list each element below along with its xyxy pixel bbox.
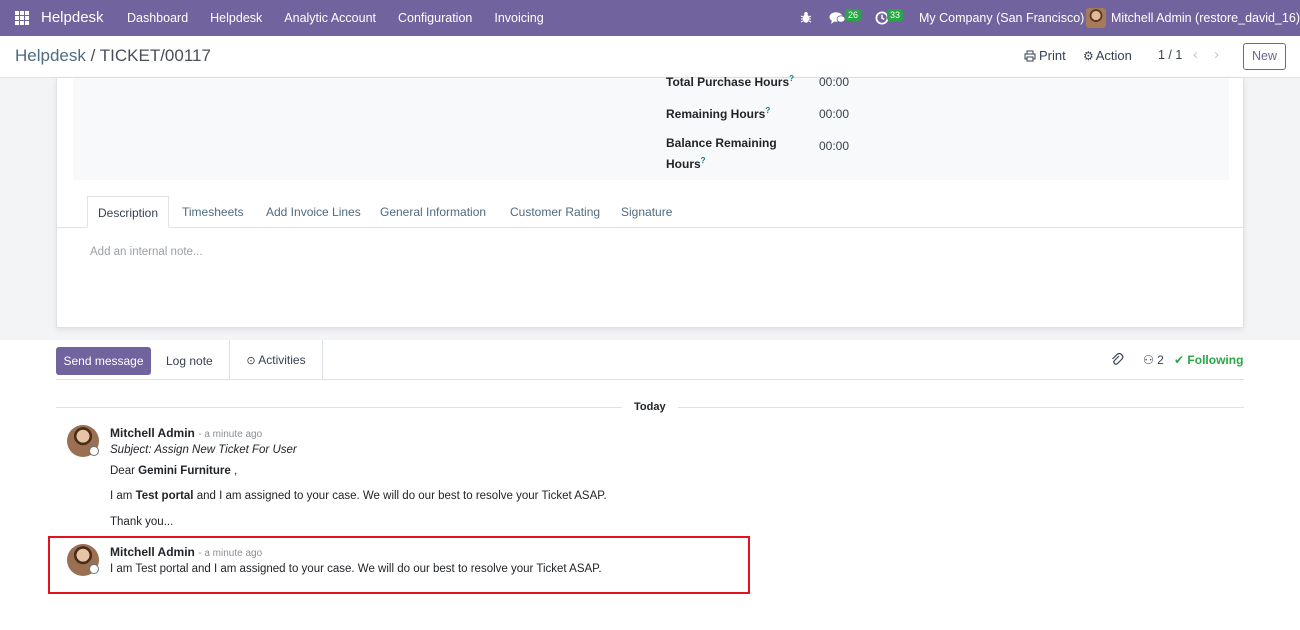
breadcrumb: Helpdesk / TICKET/00117 (15, 46, 211, 66)
activities-label: Activities (258, 353, 306, 367)
menu-item-helpdesk[interactable]: Helpdesk (210, 11, 262, 25)
pager-value[interactable]: 1 / 1 (1158, 48, 1182, 62)
action-label: Action (1095, 48, 1132, 63)
total-purchase-hours-value: 00:00 (819, 75, 850, 89)
breadcrumb-parent[interactable]: Helpdesk (15, 46, 86, 65)
chatter-topbar: Send message Log note ⊙ Activities ⚇ 2 ✔… (56, 340, 1244, 380)
tab-general-information[interactable]: General Information (380, 196, 486, 228)
app-brand[interactable]: Helpdesk (41, 9, 104, 26)
print-label: Print (1039, 48, 1066, 63)
remaining-hours-value: 00:00 (819, 107, 850, 121)
company-switcher[interactable]: My Company (San Francisco) (919, 11, 1084, 25)
menu-item-invoicing[interactable]: Invoicing (494, 11, 543, 25)
paperclip-icon[interactable] (1110, 352, 1124, 367)
balance-remaining-hours-value: 00:00 (819, 139, 850, 153)
breadcrumb-current: TICKET/00117 (99, 46, 211, 65)
chatter-message: Mitchell Admin - a minute ago Subject: A… (56, 424, 756, 534)
help-tooltip-icon[interactable]: ? (765, 106, 770, 115)
breadcrumb-separator: / (90, 46, 96, 65)
send-message-button[interactable]: Send message (56, 347, 151, 375)
highlight-annotation-box (48, 536, 750, 594)
menu-item-analytic-account[interactable]: Analytic Account (284, 11, 376, 25)
user-icon: ⚇ (1143, 353, 1154, 367)
help-tooltip-icon[interactable]: ? (701, 156, 706, 165)
tab-customer-rating[interactable]: Customer Rating (510, 196, 600, 228)
message-time: - a minute ago (198, 429, 263, 440)
activities-count-badge: 33 (887, 9, 904, 21)
user-avatar (1086, 8, 1106, 28)
clock-icon: ⊙ (246, 355, 256, 367)
messages-icon[interactable] (829, 11, 846, 25)
tab-timesheets[interactable]: Timesheets (182, 196, 244, 228)
print-icon (1024, 50, 1036, 61)
messages-count-badge: 26 (845, 9, 862, 21)
pager-next-icon[interactable]: › (1214, 46, 1219, 63)
followers-count: 2 (1157, 353, 1164, 367)
tab-add-invoice-lines[interactable]: Add Invoice Lines (266, 196, 361, 228)
check-icon: ✔ (1174, 353, 1185, 367)
menu-item-dashboard[interactable]: Dashboard (127, 11, 188, 25)
message-body: I am Test portal and I am assigned to yo… (110, 490, 607, 502)
date-separator-label: Today (622, 401, 678, 413)
internal-note-input[interactable]: Add an internal note... (90, 246, 203, 258)
user-name: Mitchell Admin (restore_david_16) (1111, 11, 1300, 25)
message-author[interactable]: Mitchell Admin - a minute ago (110, 426, 262, 440)
action-button[interactable]: ⚙ Action (1083, 48, 1132, 63)
message-subject: Subject: Assign New Ticket For User (110, 444, 297, 456)
following-button[interactable]: ✔ Following (1174, 353, 1243, 367)
tab-signature[interactable]: Signature (621, 196, 672, 228)
status-icon (89, 446, 99, 456)
activities-button[interactable]: ⊙ Activities (229, 340, 323, 380)
message-greeting: Dear Gemini Furniture , (110, 465, 238, 477)
user-menu[interactable]: Mitchell Admin (restore_david_16) (1086, 8, 1300, 28)
following-label: Following (1187, 353, 1244, 367)
form-sheet: Total Purchase Hours? 00:00 Remaining Ho… (56, 74, 1245, 328)
apps-menu-icon[interactable] (15, 11, 29, 25)
total-purchase-hours-label: Total Purchase Hours? (666, 74, 795, 89)
log-note-button[interactable]: Log note (166, 354, 213, 368)
notebook-tabs: Description Timesheets Add Invoice Lines… (57, 196, 1245, 228)
remaining-hours-label: Remaining Hours? (666, 106, 771, 121)
top-navbar: Helpdesk Dashboard Helpdesk Analytic Acc… (0, 0, 1300, 36)
pager-previous-icon[interactable]: ‹ (1193, 46, 1198, 63)
help-tooltip-icon[interactable]: ? (789, 74, 794, 83)
main-menu: Dashboard Helpdesk Analytic Account Conf… (127, 11, 566, 25)
new-button[interactable]: New (1243, 43, 1286, 70)
menu-item-configuration[interactable]: Configuration (398, 11, 472, 25)
bug-icon[interactable] (800, 11, 812, 24)
balance-remaining-hours-label: Balance Remaining Hours? (666, 136, 777, 171)
print-button[interactable]: Print (1024, 48, 1066, 63)
hours-group: Total Purchase Hours? 00:00 Remaining Ho… (73, 74, 1229, 180)
tab-description[interactable]: Description (87, 196, 170, 228)
gear-icon: ⚙ (1083, 48, 1094, 63)
message-closing: Thank you... (110, 516, 174, 528)
control-panel: Helpdesk / TICKET/00117 Print ⚙ Action 1… (0, 36, 1300, 78)
followers-button[interactable]: ⚇ 2 (1143, 353, 1164, 367)
